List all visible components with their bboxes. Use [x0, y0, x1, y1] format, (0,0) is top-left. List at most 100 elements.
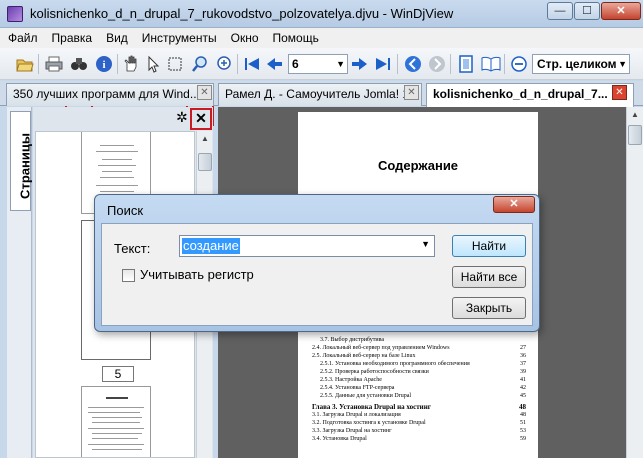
- toc-entry-page: 48: [519, 403, 526, 411]
- dialog-body: Текст: создание ▼ Учитывать регистр Найт…: [101, 223, 533, 326]
- toc-row: 2.5.1. Установка необходимого программно…: [312, 360, 526, 368]
- open-icon[interactable]: [15, 54, 35, 74]
- toc-row: Глава 3. Установка Drupal на хостинг 48: [312, 403, 526, 411]
- toc-row: 3.4. Установка Drupal 59: [312, 435, 526, 443]
- menu-tools[interactable]: Инструменты: [142, 31, 217, 45]
- print-icon[interactable]: [44, 54, 64, 74]
- scroll-up-icon[interactable]: ▲: [198, 132, 212, 146]
- menu-help[interactable]: Помощь: [273, 31, 319, 45]
- table-of-contents: 3.7. Выбор дистрибутива 2.4. Локальный ве…: [312, 336, 526, 443]
- chevron-down-icon: ▼: [336, 59, 345, 69]
- rect-select-icon[interactable]: [165, 54, 185, 74]
- toc-entry-text: 2.5.5. Данные для установки Drupal: [320, 393, 412, 399]
- window-close-button[interactable]: ✕: [601, 2, 641, 20]
- thumbnail-page-number: 5: [102, 366, 134, 382]
- gear-icon[interactable]: ✲: [176, 109, 188, 126]
- toc-entry-text: 3.4. Установка Drupal: [312, 436, 367, 442]
- single-page-icon[interactable]: [456, 54, 476, 74]
- toc-entry-text: 2.5. Локальный веб-сервер на базе Linux: [312, 353, 416, 359]
- toc-row: 2.5.4. Установка FTP-сервера 42: [312, 384, 526, 392]
- select-icon[interactable]: [143, 54, 163, 74]
- zoom-value: Стр. целиком: [537, 57, 617, 71]
- thumbnails-header: ✲ ✕: [33, 107, 213, 130]
- scrollbar-thumb[interactable]: [198, 153, 212, 171]
- dialog-close-text-button[interactable]: Закрыть: [452, 297, 526, 319]
- tab-bar: 350 лучших программ для Wind... ✕ Рамел …: [0, 81, 643, 187]
- zoom-out-icon[interactable]: [509, 54, 529, 74]
- tab-close-icon[interactable]: ✕: [197, 85, 212, 100]
- magnify-icon[interactable]: [190, 54, 210, 74]
- search-input-value: создание: [182, 238, 240, 254]
- page-number-combo[interactable]: 6 ▼: [288, 54, 348, 74]
- scrollbar-thumb[interactable]: [628, 125, 642, 145]
- svg-text:i: i: [102, 59, 105, 71]
- window-title: kolisnichenko_d_n_drupal_7_rukovodstvo_p…: [30, 6, 454, 21]
- match-case-label[interactable]: Учитывать регистр: [140, 267, 254, 282]
- scroll-up-icon[interactable]: ▲: [628, 108, 642, 122]
- zoom-combo[interactable]: Стр. целиком ▼: [532, 54, 630, 74]
- toc-row: 3.7. Выбор дистрибутива: [312, 336, 526, 344]
- toc-entry-text: 2.5.1. Установка необходимого программно…: [320, 361, 470, 367]
- title-bar: kolisnichenko_d_n_drupal_7_rukovodstvo_p…: [0, 0, 643, 28]
- hand-icon[interactable]: [121, 54, 141, 74]
- back-icon[interactable]: [403, 54, 423, 74]
- toc-row: 3.2. Подготовка хостинга к установке Dru…: [312, 419, 526, 427]
- tab-label: kolisnichenko_d_n_drupal_7...: [433, 87, 608, 101]
- toc-row: 3.3. Загрузка Drupal на хостинг 53: [312, 427, 526, 435]
- match-case-checkbox[interactable]: [122, 269, 135, 282]
- toc-entry-page: 42: [520, 385, 526, 391]
- tab-close-icon[interactable]: ✕: [612, 85, 627, 100]
- toc-entry-text: 3.7. Выбор дистрибутива: [320, 337, 384, 343]
- zoom-icon[interactable]: [214, 54, 234, 74]
- maximize-button[interactable]: ☐: [574, 2, 600, 20]
- chevron-down-icon[interactable]: ▼: [421, 239, 430, 249]
- toc-entry-page: 37: [520, 361, 526, 367]
- first-page-icon[interactable]: [242, 54, 262, 74]
- find-icon[interactable]: [69, 54, 89, 74]
- menu-view[interactable]: Вид: [106, 31, 128, 45]
- toc-entry-text: 2.5.3. Настройка Apache: [320, 377, 382, 383]
- page-thumbnail[interactable]: [81, 386, 151, 457]
- toc-entry-page: 59: [520, 436, 526, 442]
- side-panel-strip: Страницы: [7, 107, 33, 458]
- toc-entry-page: 51: [520, 420, 526, 426]
- toc-entry-page: 39: [520, 369, 526, 375]
- dialog-close-button[interactable]: ✕: [493, 196, 535, 213]
- find-button[interactable]: Найти: [452, 235, 526, 257]
- prev-page-icon[interactable]: [264, 54, 284, 74]
- dialog-title: Поиск: [107, 203, 144, 218]
- next-page-icon[interactable]: [350, 54, 370, 74]
- toc-row: 2.5.2. Проверка работоспособности связки…: [312, 368, 526, 376]
- panel-close-highlight: [190, 108, 212, 130]
- menu-window[interactable]: Окно: [231, 31, 259, 45]
- toc-entry-page: 27: [520, 345, 526, 351]
- last-page-icon[interactable]: [373, 54, 393, 74]
- toc-entry-page: 45: [520, 393, 526, 399]
- menu-edit[interactable]: Правка: [52, 31, 93, 45]
- search-input[interactable]: создание ▼: [179, 235, 435, 257]
- search-dialog: Поиск ✕ Текст: создание ▼ Учитывать реги…: [94, 194, 540, 332]
- tab-close-icon[interactable]: ✕: [404, 85, 419, 100]
- toc-row: 2.5. Локальный веб-сервер на базе Linux 3…: [312, 352, 526, 360]
- find-all-button[interactable]: Найти все: [452, 266, 526, 288]
- app-icon: [7, 6, 23, 22]
- tab-label: Рамел Д. - Самоучитель Jomla! 1...: [225, 87, 420, 101]
- forward-icon[interactable]: [427, 54, 447, 74]
- toc-row: 3.1. Загрузка Drupal и локализация 48: [312, 411, 526, 419]
- tab-350-programs[interactable]: 350 лучших программ для Wind...: [6, 83, 214, 106]
- pages-panel-tab[interactable]: Страницы: [10, 111, 33, 211]
- document-scrollbar[interactable]: ▲: [626, 107, 643, 458]
- menu-file[interactable]: Файл: [8, 31, 38, 45]
- two-page-icon[interactable]: [481, 54, 501, 74]
- search-text-label: Текст:: [114, 241, 151, 256]
- page-heading: Содержание: [377, 158, 459, 173]
- toc-entry-text: 2.4. Локальный веб-сервер под управление…: [312, 345, 450, 351]
- tab-drupal[interactable]: kolisnichenko_d_n_drupal_7...: [426, 83, 634, 107]
- toc-entry-text: 3.1. Загрузка Drupal и локализация: [312, 412, 401, 418]
- toc-entry-page: 41: [520, 377, 526, 383]
- info-icon[interactable]: i: [94, 54, 114, 74]
- tab-joomla[interactable]: Рамел Д. - Самоучитель Jomla! 1...: [218, 83, 422, 106]
- toc-entry-page: 53: [520, 428, 526, 434]
- toc-entry-text: 2.5.4. Установка FTP-сервера: [320, 385, 395, 391]
- minimize-button[interactable]: —: [547, 2, 573, 20]
